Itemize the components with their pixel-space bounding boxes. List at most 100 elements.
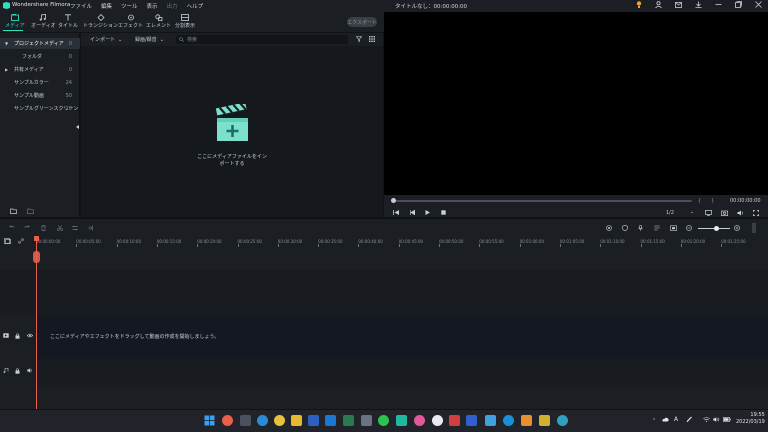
app-icon-11[interactable] bbox=[539, 415, 550, 426]
bulb-icon[interactable] bbox=[636, 1, 642, 8]
adjust-icon[interactable] bbox=[72, 225, 78, 231]
app-icon-1[interactable] bbox=[222, 415, 233, 426]
redo-icon[interactable] bbox=[24, 225, 30, 230]
playhead-handle[interactable] bbox=[33, 251, 40, 263]
volume-icon[interactable] bbox=[737, 210, 744, 216]
file-explorer-icon[interactable] bbox=[291, 415, 302, 426]
zoom-out-icon[interactable] bbox=[686, 225, 692, 231]
app-icon-5[interactable] bbox=[414, 415, 425, 426]
minimize-icon[interactable] bbox=[715, 1, 722, 8]
app-icon-8[interactable] bbox=[466, 415, 477, 426]
word-icon[interactable] bbox=[308, 415, 319, 426]
pen-icon[interactable] bbox=[686, 416, 692, 423]
import-hint-text[interactable]: ここにメディアファイルをインポートする bbox=[196, 153, 268, 167]
timeline-bottom-track[interactable] bbox=[0, 387, 768, 409]
stop-icon[interactable] bbox=[441, 210, 446, 215]
snapshot-icon[interactable] bbox=[670, 225, 677, 231]
play-icon[interactable] bbox=[425, 210, 430, 215]
microphone-icon[interactable] bbox=[638, 225, 643, 231]
mark-out-icon[interactable]: } bbox=[711, 198, 714, 204]
record-dropdown[interactable]: 録画/録音 ⌄ bbox=[135, 36, 164, 44]
fullscreen-icon[interactable] bbox=[753, 210, 759, 216]
timeline-scroll-handle[interactable] bbox=[752, 223, 756, 233]
menu-tools[interactable]: ツール bbox=[121, 2, 138, 10]
timeline-top-track[interactable] bbox=[0, 247, 768, 270]
audio-wave-icon[interactable] bbox=[88, 225, 94, 231]
mail-icon[interactable] bbox=[675, 1, 682, 8]
export-button[interactable]: エクスポート bbox=[347, 17, 377, 27]
render-icon[interactable] bbox=[606, 225, 612, 231]
menu-help[interactable]: ヘルプ bbox=[187, 2, 204, 10]
zoom-slider-handle[interactable] bbox=[714, 226, 719, 231]
skip-back-icon[interactable] bbox=[393, 210, 399, 215]
cloud-icon[interactable] bbox=[662, 417, 669, 422]
tab-audio[interactable]: オーディオ bbox=[31, 14, 56, 29]
chrome-icon[interactable] bbox=[274, 415, 285, 426]
sidebar-item-sample-greenscreen[interactable]: サンプルグリーンスクリーン 10 bbox=[0, 103, 80, 114]
snapshot-icon[interactable] bbox=[721, 210, 728, 216]
outlook-icon[interactable] bbox=[325, 415, 336, 426]
timeline-empty-track[interactable] bbox=[0, 270, 768, 315]
tab-media[interactable]: メディア bbox=[5, 14, 25, 29]
speaker-icon[interactable] bbox=[27, 368, 33, 373]
edge-icon[interactable] bbox=[257, 415, 268, 426]
app-icon-6[interactable] bbox=[432, 415, 443, 426]
folder-icon[interactable] bbox=[27, 208, 34, 214]
step-back-icon[interactable] bbox=[409, 210, 415, 215]
playhead-marker[interactable] bbox=[34, 236, 39, 241]
filmora-taskbar-icon[interactable] bbox=[396, 415, 407, 426]
app-icon-3[interactable] bbox=[343, 415, 354, 426]
volume-icon[interactable] bbox=[713, 417, 720, 422]
scrubber-handle[interactable] bbox=[391, 198, 396, 203]
menu-export[interactable]: 出力 bbox=[167, 2, 178, 10]
skype-icon[interactable] bbox=[503, 415, 514, 426]
monitor-icon[interactable] bbox=[705, 210, 712, 216]
grid-view-icon[interactable] bbox=[369, 36, 375, 42]
audio-track[interactable] bbox=[0, 359, 768, 387]
app-icon-12[interactable] bbox=[557, 415, 568, 426]
search-input[interactable]: 検索 bbox=[176, 35, 348, 44]
tab-elements[interactable]: エレメント bbox=[146, 14, 171, 29]
app-icon-9[interactable] bbox=[485, 415, 496, 426]
tab-titles[interactable]: タイトル bbox=[58, 14, 78, 29]
app-icon-10[interactable] bbox=[521, 415, 532, 426]
undo-icon[interactable] bbox=[9, 225, 15, 230]
tab-split-screen[interactable]: 分割表示 bbox=[175, 14, 195, 29]
menu-edit[interactable]: 編集 bbox=[101, 2, 112, 10]
menu-view[interactable]: 表示 bbox=[147, 2, 158, 10]
sidebar-item-sample-videos[interactable]: サンプル動画 50 bbox=[0, 90, 80, 101]
menu-file[interactable]: ファイル bbox=[70, 2, 92, 10]
start-icon[interactable] bbox=[204, 415, 215, 426]
app-icon-2[interactable] bbox=[240, 415, 251, 426]
app-icon-7[interactable] bbox=[449, 415, 460, 426]
tab-transitions[interactable]: トランジション bbox=[83, 14, 118, 29]
ime-indicator[interactable]: A bbox=[674, 416, 678, 423]
filter-icon[interactable] bbox=[356, 36, 362, 42]
preview-quality[interactable]: 1/2 bbox=[666, 210, 674, 216]
chevron-up-icon[interactable]: ⌃ bbox=[652, 418, 656, 424]
mark-in-icon[interactable]: { bbox=[698, 198, 701, 204]
restore-icon[interactable] bbox=[735, 1, 742, 8]
close-icon[interactable] bbox=[755, 1, 762, 8]
collapse-arrow-icon[interactable] bbox=[76, 125, 79, 129]
lock-icon[interactable] bbox=[15, 368, 20, 374]
new-folder-icon[interactable] bbox=[10, 208, 17, 214]
line-icon[interactable] bbox=[378, 415, 389, 426]
add-track-icon[interactable] bbox=[4, 238, 11, 244]
timeline-tracks[interactable] bbox=[0, 247, 768, 409]
chevron-down-icon[interactable]: ⌄ bbox=[690, 209, 694, 215]
delete-icon[interactable] bbox=[41, 225, 46, 231]
sidebar-item-folder[interactable]: フォルダ 0 bbox=[0, 51, 80, 62]
import-dropdown[interactable]: インポート ⌄ bbox=[90, 36, 122, 44]
download-icon[interactable] bbox=[695, 1, 702, 8]
zoom-in-icon[interactable] bbox=[734, 225, 740, 231]
eye-icon[interactable] bbox=[27, 333, 33, 338]
link-icon[interactable] bbox=[18, 238, 24, 244]
sidebar-item-shared-media[interactable]: ▶ 共有メディア 0 bbox=[0, 64, 80, 75]
sidebar-item-sample-colors[interactable]: サンプルカラー 24 bbox=[0, 77, 80, 88]
import-clapperboard-icon[interactable] bbox=[215, 104, 249, 142]
battery-icon[interactable] bbox=[723, 417, 731, 422]
wifi-icon[interactable] bbox=[703, 417, 710, 422]
preview-scrubber[interactable] bbox=[392, 200, 692, 202]
sidebar-item-project-media[interactable]: ▼ プロジェクトメディア 0 bbox=[0, 38, 80, 49]
